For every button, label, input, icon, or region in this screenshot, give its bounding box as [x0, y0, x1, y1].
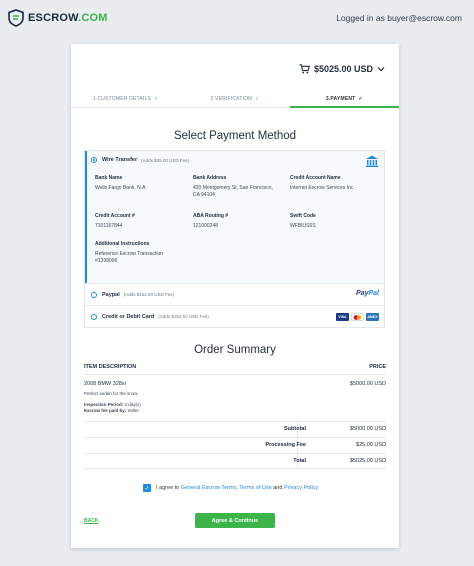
amex-icon: AMEX: [366, 313, 379, 321]
wire-radio[interactable]: [91, 157, 97, 163]
total-row: Total $5025.00 USD: [84, 453, 386, 469]
chevron-down-icon: [377, 67, 385, 72]
item-name: 2008 BMW 328xi: [84, 381, 126, 387]
col-item-description: ITEM DESCRIPTION: [84, 364, 137, 370]
divider: [84, 374, 386, 375]
escrow-fee-paid-by: Escrow fee paid by: Seller: [84, 408, 140, 413]
item-price: $5000.00 USD: [349, 381, 386, 387]
processing-fee-row: Processing Fee $25.00 USD: [84, 437, 386, 453]
general-escrow-terms-link[interactable]: General Escrow Terms: [181, 485, 237, 491]
paypal-radio[interactable]: [91, 291, 97, 298]
bank-name-field: Bank Name Wells Fargo Bank, N.A: [95, 175, 146, 191]
item-description: Perfect sedan for the snow: [84, 391, 138, 396]
terms-agreement: ✓ I agree to General Escrow Terms, Terms…: [143, 484, 318, 492]
card-fee: (Adds $152.50 USD Fee): [158, 314, 209, 319]
payment-option-paypal[interactable]: Paypal (Adds $152.50 USD Fee) PayPal: [85, 283, 384, 305]
payment-option-card[interactable]: Credit or Debit Card (Adds $152.50 USD F…: [85, 305, 384, 327]
wire-title: Wire Transfer: [102, 157, 138, 163]
swift-code-field: Swift Code WFBIUS6S: [290, 213, 316, 229]
check-icon: ✓: [255, 96, 260, 102]
cart-summary-toggle[interactable]: $5025.00 USD: [299, 64, 385, 74]
credit-account-name-field: Credit Account Name Internet Escrow Serv…: [290, 175, 354, 191]
progress-steps: 1.CUSTOMER DETAILS ✓ 2.VERIFICATION ✓ 3.PA…: [71, 94, 400, 108]
bank-icon: [366, 155, 378, 167]
col-price: PRICE: [369, 364, 386, 370]
logo-text: ESCROW.COM: [28, 12, 108, 24]
card-radio[interactable]: [91, 313, 97, 320]
mastercard-icon: [351, 313, 364, 321]
escrow-logo[interactable]: ESCROW.COM: [8, 9, 108, 27]
visa-icon: VISA: [336, 313, 349, 321]
check-icon: ✓: [154, 96, 159, 102]
paypal-fee: (Adds $152.50 USD Fee): [123, 292, 175, 297]
step-payment[interactable]: 3.PAYMENT ✓: [289, 94, 400, 108]
step-customer-details[interactable]: 1.CUSTOMER DETAILS ✓: [71, 94, 180, 107]
logged-in-text: Logged in as buyer@escrow.com: [336, 13, 462, 23]
privacy-policy-link[interactable]: Privacy Policy: [284, 485, 318, 491]
check-icon: ✓: [358, 96, 363, 102]
credit-account-field: Credit Account # 7101167844: [95, 213, 135, 229]
cart-total: $5025.00 USD: [313, 64, 373, 74]
agree-text: I agree to General Escrow Terms, Terms o…: [156, 485, 319, 491]
aba-routing-field: ABA Routing # 121000248: [193, 213, 229, 229]
wire-fee: (Adds $25.00 USD Fee): [141, 157, 190, 163]
checkout-card: $5025.00 USD 1.CUSTOMER DETAILS ✓ 2.VERIF…: [71, 44, 400, 548]
payment-method-title: Select Payment Method: [173, 130, 297, 142]
additional-instructions-field: Additional Instructions Reference Escrow…: [95, 241, 164, 264]
terms-of-use-link[interactable]: Terms of Use: [239, 485, 271, 491]
shield-logo-icon: [8, 9, 24, 27]
step-verification[interactable]: 2.VERIFICATION ✓: [180, 94, 289, 107]
card-title: Credit or Debit Card: [102, 313, 155, 320]
agree-continue-button[interactable]: Agree & Continue: [195, 513, 275, 528]
top-bar: ESCROW.COM Logged in as buyer@escrow.com: [0, 0, 474, 36]
paypal-title: Paypal: [102, 291, 120, 298]
order-table-header: ITEM DESCRIPTION PRICE: [84, 364, 386, 370]
card-logos: VISA AMEX: [336, 313, 379, 321]
back-link[interactable]: BACK: [84, 518, 98, 524]
order-summary-title: Order Summary: [194, 344, 276, 356]
payment-option-wire[interactable]: Wire Transfer (Adds $25.00 USD Fee) Bank…: [85, 151, 384, 283]
payment-methods: Wire Transfer (Adds $25.00 USD Fee) Bank…: [84, 150, 385, 328]
subtotal-row: Subtotal $5000.00 USD: [84, 421, 386, 437]
bank-address-field: Bank Address 420 Montgomery St, San Fran…: [193, 175, 273, 198]
paypal-logo: PayPal: [356, 290, 379, 297]
cart-icon: [299, 64, 310, 74]
agree-checkbox[interactable]: ✓: [143, 484, 151, 492]
